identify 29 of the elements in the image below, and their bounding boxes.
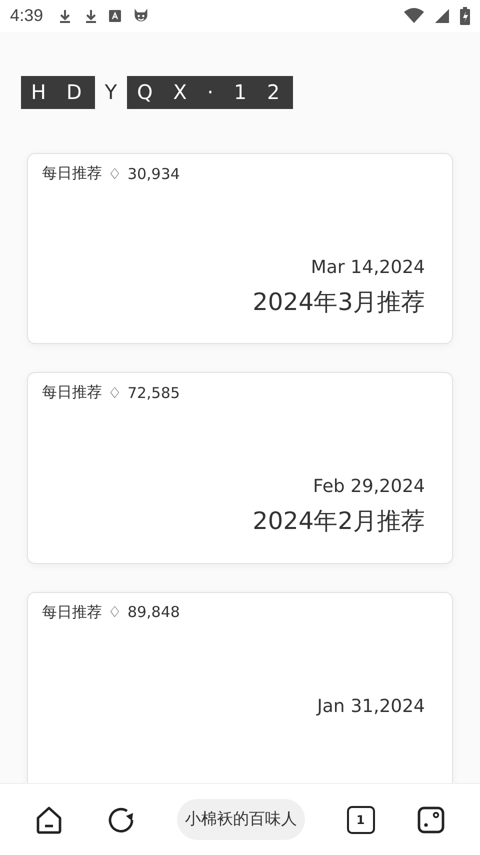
home-icon[interactable]: [34, 804, 64, 834]
logo-text: Q X · 1 2: [127, 76, 293, 109]
view-count: 72,585: [127, 384, 180, 402]
card-title: 2024年3月推荐: [252, 287, 425, 318]
view-count: 30,934: [127, 164, 180, 182]
title-chip[interactable]: 小棉袄的百味人: [177, 799, 305, 840]
diamond-icon: ♢: [108, 384, 122, 402]
post-card[interactable]: 每日推荐 ♢ 72,585 Feb 29,2024 2024年2月推荐: [27, 372, 453, 564]
diamond-icon: ♢: [108, 164, 122, 182]
status-time: 4:39: [10, 6, 44, 26]
tab-count-button[interactable]: 1: [346, 806, 374, 834]
diamond-icon: ♢: [108, 603, 122, 622]
post-card[interactable]: 每日推荐 ♢ 89,848 Jan 31,2024: [27, 592, 453, 783]
card-date: Feb 29,2024: [312, 476, 425, 498]
view-count: 89,848: [127, 603, 180, 622]
card-label: 每日推荐: [42, 602, 102, 622]
wifi-icon: [404, 7, 424, 25]
card-label: 每日推荐: [42, 383, 102, 402]
signal-icon: [434, 8, 450, 24]
post-card[interactable]: 每日推荐 ♢ 30,934 Mar 14,2024 2024年3月推荐: [27, 153, 453, 344]
app-icon: [109, 10, 122, 22]
card-date: Mar 14,2024: [310, 257, 425, 278]
dice-icon[interactable]: [416, 804, 446, 834]
battery-icon: [460, 7, 470, 25]
card-title: 2024年2月推荐: [252, 506, 425, 538]
logo-text: H D: [21, 76, 95, 109]
card-label: 每日推荐: [42, 164, 102, 183]
card-date: Jan 31,2024: [317, 696, 425, 717]
logo-text: Y: [104, 79, 118, 106]
